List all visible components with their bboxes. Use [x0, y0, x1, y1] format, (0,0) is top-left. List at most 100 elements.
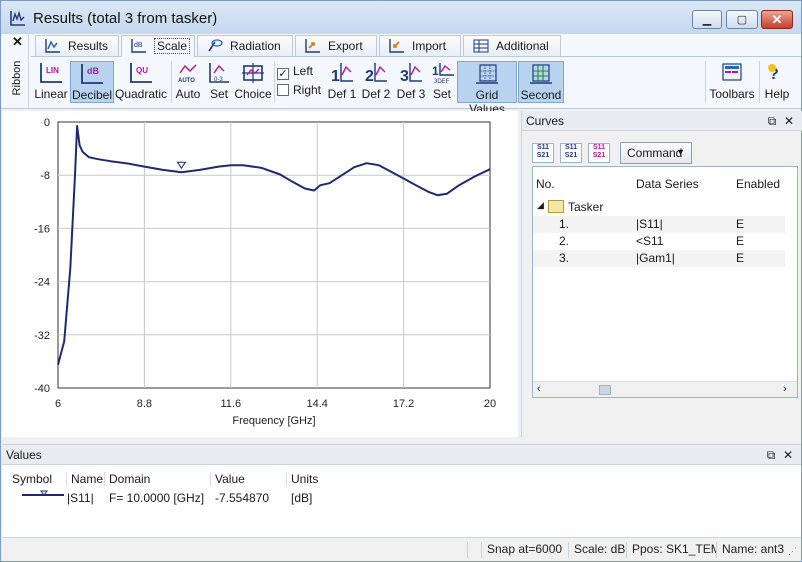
def2-label: Def 2	[361, 87, 391, 101]
svg-text:dB: dB	[134, 42, 143, 49]
x-tick-label: 6	[55, 398, 61, 410]
s11-chart[interactable]: 6 8.8 11.6 14.4 17.2 20 0 -8 -16 -24 -32 -40 Frequen…	[2, 111, 518, 437]
command-dropdown[interactable]: Command ▼	[620, 142, 692, 164]
ribbon-separator	[759, 61, 760, 103]
maximize-icon: ▢	[736, 14, 748, 26]
svg-text:1: 1	[331, 68, 340, 85]
row-number: 3.	[559, 251, 570, 265]
close-button[interactable]: ✕	[761, 10, 793, 29]
horizontal-scrollbar[interactable]: ‹ ›	[533, 381, 797, 397]
def1-button[interactable]: 1 Def 1	[326, 61, 358, 103]
choice-button[interactable]: Choice	[234, 61, 272, 103]
set-def-icon: 13DEF	[432, 63, 454, 85]
tab-label: Additional	[496, 39, 549, 53]
auto-button[interactable]: AUTO Auto	[174, 61, 202, 103]
toolbars-button[interactable]: Toolbars	[709, 61, 755, 103]
set-def-button[interactable]: 1 3DEF Set	[430, 61, 454, 103]
folder-icon	[548, 200, 564, 213]
svg-text:3: 3	[400, 68, 409, 85]
tab-label: Scale	[154, 38, 191, 54]
set-scale-button[interactable]: 0-3 Set	[206, 61, 232, 103]
svg-text:1: 1	[432, 64, 439, 78]
x-tick-label: 14.4	[306, 398, 327, 410]
decibel-label: Decibel	[71, 88, 113, 102]
tab-scale[interactable]: dB Scale	[121, 35, 195, 57]
row-series: <S11	[636, 234, 664, 248]
svg-text:QU: QU	[136, 66, 148, 75]
values-title: Values	[6, 448, 42, 462]
scroll-left-icon[interactable]: ‹	[537, 383, 541, 395]
status-ppos: Ppos: SK1_TEMPL	[626, 542, 716, 558]
help-label: Help	[764, 87, 790, 101]
def3-button[interactable]: 3 Def 3	[395, 61, 427, 103]
scroll-right-icon[interactable]: ›	[783, 383, 787, 395]
y-tick-label: -8	[40, 170, 50, 182]
linear-label: Linear	[34, 87, 68, 101]
second-button[interactable]: Second	[518, 61, 564, 103]
toolbars-label: Toolbars	[709, 87, 755, 101]
status-scale: Scale: dB.	[568, 542, 626, 558]
values-row[interactable]: |S11| F= 10.0000 [GHz] -7.554870 [dB]	[6, 489, 406, 505]
values-domain: F= 10.0000 [GHz]	[109, 491, 205, 505]
choice-icon	[242, 63, 264, 83]
close-pane-icon[interactable]: ✕	[781, 448, 795, 462]
minimize-button[interactable]: ▁	[692, 10, 722, 29]
import-tab-icon	[389, 39, 404, 53]
quadratic-scale-icon: QU	[130, 63, 152, 83]
status-name: Name: ant3	[716, 542, 784, 558]
tab-export[interactable]: Export	[295, 35, 377, 56]
auto-label: Auto	[175, 87, 201, 101]
status-snap: Snap at=6000	[481, 542, 567, 558]
resize-grip-icon[interactable]: ⋰	[788, 546, 797, 557]
tab-results[interactable]: Results	[35, 35, 119, 56]
deselect-all-icon[interactable]: S11 S21	[588, 143, 610, 163]
svg-text:AUTO: AUTO	[178, 78, 195, 84]
select-all-icon[interactable]: S11 S21	[560, 143, 582, 163]
tab-radiation[interactable]: Radiation	[197, 35, 293, 56]
grid-values-icon	[476, 64, 498, 84]
column-header: Domain	[104, 472, 150, 486]
ribbon-close-icon[interactable]: ✕	[12, 34, 23, 50]
row-enabled: E	[736, 251, 745, 265]
row-number: 1.	[559, 217, 570, 231]
linear-button[interactable]: LIN Linear	[34, 61, 68, 103]
values-units: [dB]	[291, 491, 313, 505]
collapse-icon[interactable]: ◢	[537, 200, 544, 211]
command-label: Command	[627, 146, 683, 160]
values-header: Values ⧉ ✕	[2, 445, 801, 465]
help-button[interactable]: ? Help	[763, 61, 791, 103]
series-line-symbol	[22, 490, 64, 496]
maximize-button[interactable]: ▢	[726, 10, 758, 29]
row-number: 2.	[559, 234, 570, 248]
column-header: Enabled	[736, 177, 781, 191]
y-tick-label: -16	[34, 223, 50, 235]
tree-group-tasker[interactable]: ◢ Tasker	[533, 199, 785, 216]
column-header: Symbol	[12, 472, 53, 486]
grid-values-button[interactable]: Grid Values	[457, 61, 517, 116]
values-value: -7.554870	[215, 491, 270, 505]
def2-button[interactable]: 2 Def 2	[360, 61, 392, 103]
ribbon-label: Ribbon	[11, 60, 23, 96]
title-bar: Results (total 3 from tasker) ▁ ▢ ✕	[1, 1, 801, 34]
decibel-button[interactable]: dB Decibel	[70, 61, 114, 103]
sort-s11-icon[interactable]: S11 S21	[532, 143, 554, 163]
values-name: |S11|	[67, 491, 94, 505]
tab-label: Import	[412, 39, 447, 53]
float-pane-icon[interactable]: ⧉	[764, 448, 778, 463]
ribbon-separator	[274, 61, 275, 103]
float-pane-icon[interactable]: ⧉	[765, 114, 779, 129]
plot-pane[interactable]: 6 8.8 11.6 14.4 17.2 20 0 -8 -16 -24 -32 -40 Frequen…	[2, 111, 518, 437]
column-header: Data Series	[636, 177, 699, 191]
dropdown-arrow-icon: ▼	[676, 147, 685, 157]
table-row[interactable]: 1. |S11| E	[533, 216, 785, 233]
ribbon-side: ✕ Ribbon	[7, 34, 29, 108]
toolbars-icon	[722, 63, 742, 81]
set-scale-label: Set	[209, 87, 228, 101]
tab-additional[interactable]: Additional	[463, 35, 561, 56]
table-row[interactable]: 3. |Gam1| E	[533, 250, 785, 267]
tab-import[interactable]: Import	[379, 35, 461, 56]
close-pane-icon[interactable]: ✕	[782, 114, 796, 128]
quadratic-button[interactable]: QU Quadratic	[115, 61, 167, 103]
scroll-thumb[interactable]	[599, 385, 611, 395]
table-row[interactable]: 2. <S11 E	[533, 233, 785, 250]
